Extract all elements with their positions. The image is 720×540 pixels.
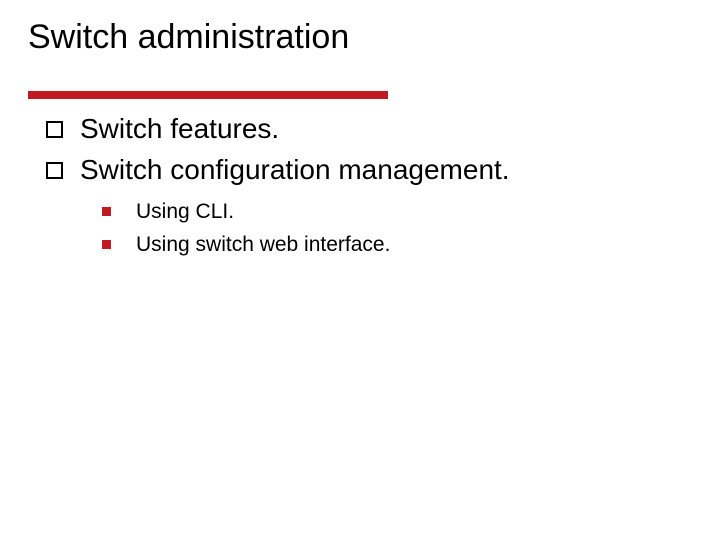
bullet-text: Using switch web interface. [136, 233, 390, 256]
bullet-text: Switch features. [80, 113, 279, 144]
slide-title: Switch administration [28, 18, 692, 57]
bullet-text: Switch configuration management. [80, 154, 510, 185]
accent-divider [28, 91, 388, 99]
list-item: Switch configuration management. Using C… [36, 150, 692, 262]
list-item: Using CLI. [80, 196, 692, 229]
bullet-text: Using CLI. [136, 200, 234, 223]
bullet-list-level1: Switch features. Switch configuration ma… [36, 109, 692, 261]
bullet-list-level2: Using CLI. Using switch web interface. [80, 196, 692, 261]
list-item: Using switch web interface. [80, 229, 692, 262]
list-item: Switch features. [36, 109, 692, 150]
slide-body: Switch features. Switch configuration ma… [28, 109, 692, 261]
